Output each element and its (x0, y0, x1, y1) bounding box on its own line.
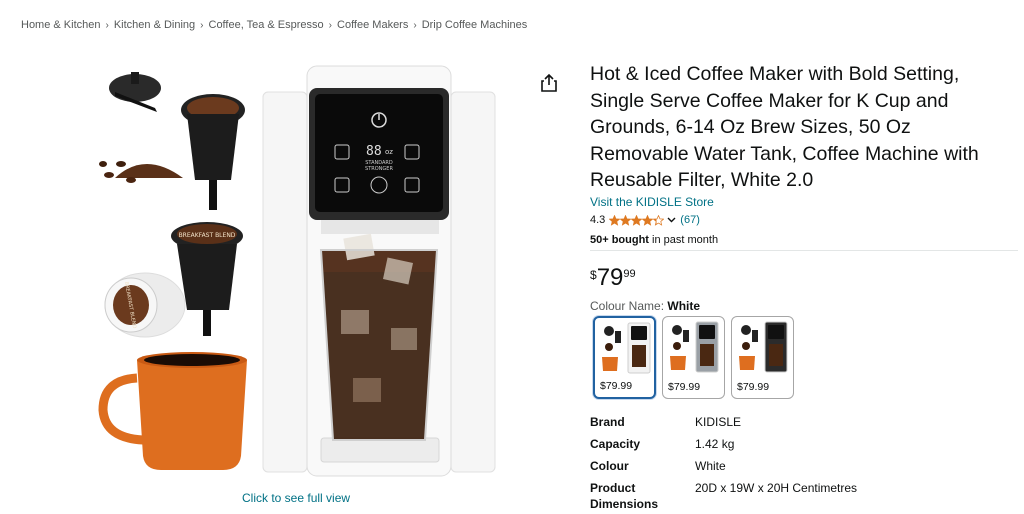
bought-in-past-month: 50+ bought in past month (590, 234, 718, 246)
colour-swatch-black[interactable]: $79.99 (731, 316, 794, 399)
divider (590, 250, 1018, 251)
price-symbol: $ (590, 268, 597, 282)
rating-value: 4.3 (590, 214, 606, 226)
breadcrumb-item-kitchen-dining[interactable]: Kitchen & Dining (114, 19, 195, 31)
coffee-maker-illustration: BREAKFAST BLEND BREAKFAST BLEND 88 oz ST… (98, 65, 496, 477)
breadcrumb-item-home-kitchen[interactable]: Home & Kitchen (21, 19, 100, 31)
breadcrumb-separator: › (328, 19, 333, 31)
coffee-beans-image (99, 161, 183, 183)
star-icon (609, 214, 621, 226)
swatch-price: $79.99 (668, 381, 701, 393)
spec-key: Brand (590, 415, 625, 429)
star-icon (642, 214, 654, 226)
breadcrumb: Home & Kitchen › Kitchen & Dining › Coff… (21, 19, 527, 31)
spec-value: 20D x 19W x 20H Centimetres (695, 481, 858, 495)
breadcrumb-item-coffee-tea-espresso[interactable]: Coffee, Tea & Espresso (209, 19, 324, 31)
full-view-link[interactable]: Click to see full view (242, 491, 350, 505)
pod-label-text: BREAKFAST BLEND (179, 232, 236, 239)
price-fraction: 99 (623, 268, 636, 280)
product-title: Hot & Iced Coffee Maker with Bold Settin… (590, 63, 979, 191)
colour-name-value: White (667, 299, 701, 313)
price: $ 79 99 (590, 264, 636, 292)
swatch-thumbnail-grey (670, 321, 719, 373)
spec-value: KIDISLE (695, 415, 742, 429)
k-cup-pod-image: BREAKFAST BLEND (171, 222, 243, 336)
star-icon (631, 214, 643, 226)
coffee-pod-image: BREAKFAST BLEND (104, 272, 186, 338)
colour-name-prefix: Colour Name: (590, 299, 668, 313)
bought-suffix: in past month (648, 234, 719, 246)
chevron-down-icon[interactable] (667, 217, 676, 223)
bought-count: 50+ bought (590, 234, 649, 246)
spec-key: Colour (590, 459, 629, 473)
spec-key: Product Dimensions (590, 481, 659, 511)
price-whole: 79 (596, 264, 624, 291)
spec-value: 1.42 kg (695, 437, 735, 451)
colour-swatch-white[interactable]: $79.99 (593, 316, 656, 399)
product-main-image[interactable]: BREAKFAST BLEND BREAKFAST BLEND 88 oz ST… (95, 60, 500, 485)
rating-count-link[interactable]: (67) (680, 214, 700, 226)
spec-key: Capacity (590, 437, 641, 451)
breadcrumb-separator: › (105, 19, 109, 31)
store-link[interactable]: Visit the KIDISLE Store (590, 195, 714, 209)
share-icon[interactable] (539, 73, 559, 93)
breadcrumb-separator: › (200, 19, 204, 31)
swatch-price: $79.99 (737, 381, 770, 393)
reusable-filter-image (109, 72, 245, 210)
swatch-thumbnail-black (739, 321, 788, 373)
iced-coffee-glass-image (319, 233, 439, 441)
display-mode-stronger: STRONGER (365, 166, 393, 172)
display-digits: 88 (366, 144, 382, 159)
colour-swatch-grey[interactable]: $79.99 (662, 316, 725, 399)
colour-name-label: Colour Name: White (590, 299, 700, 313)
star-icon (620, 214, 632, 226)
display-unit: oz (385, 148, 393, 156)
breadcrumb-item-coffee-makers[interactable]: Coffee Makers (337, 19, 408, 31)
swatch-thumbnail-white (602, 322, 651, 374)
orange-mug-image (98, 352, 247, 470)
swatch-price: $79.99 (600, 380, 633, 392)
star-rating[interactable] (609, 214, 665, 226)
breadcrumb-item-drip-coffee-machines[interactable]: Drip Coffee Machines (422, 19, 528, 31)
star-icon (653, 214, 665, 226)
rating-row: 4.3 (67) (590, 214, 700, 226)
breadcrumb-separator: › (413, 19, 417, 31)
spec-value: White (695, 459, 726, 473)
